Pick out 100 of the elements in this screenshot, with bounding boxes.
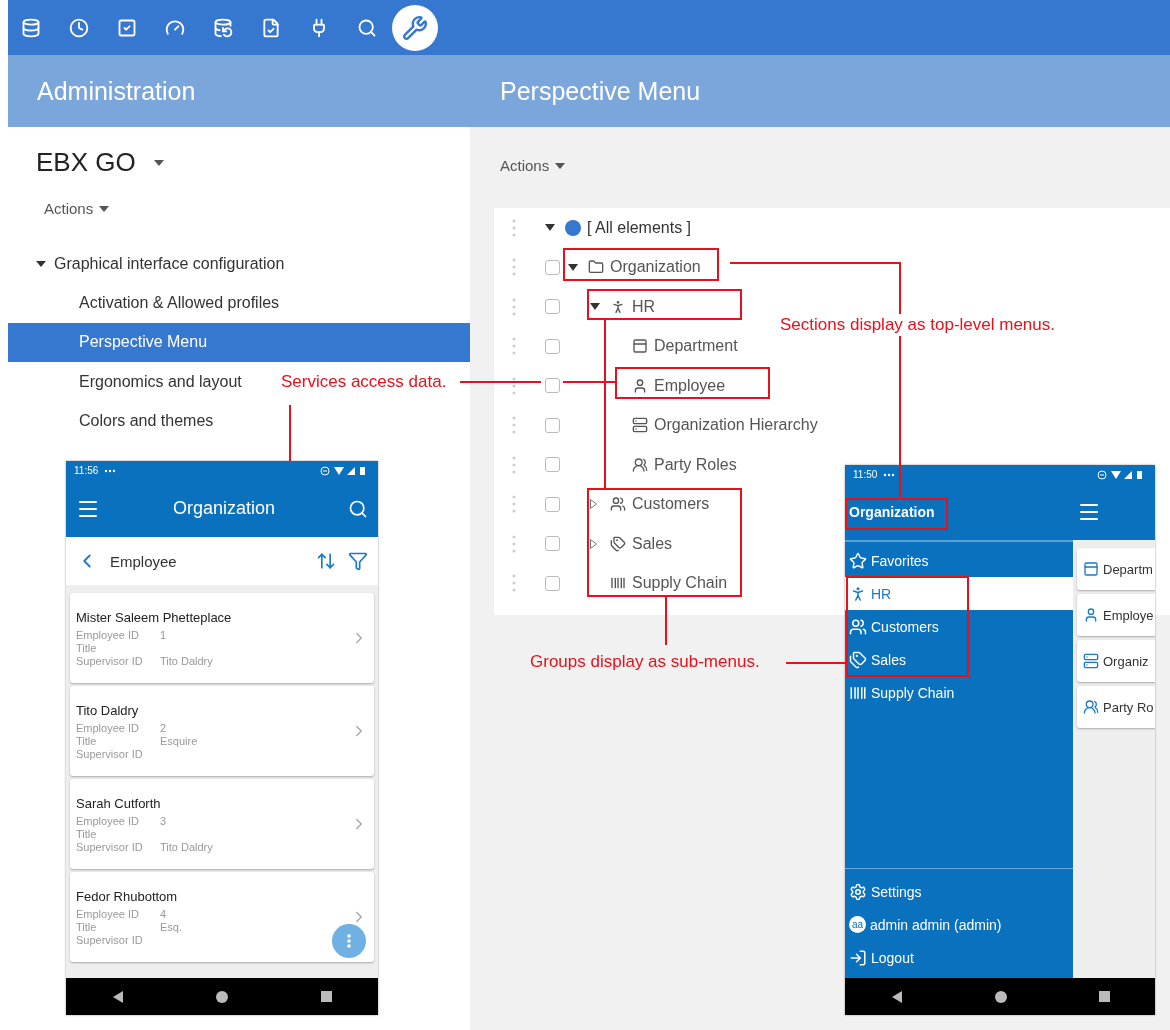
tree-item-label[interactable]: [ All elements ] [587,218,692,237]
home-icon[interactable] [215,989,230,1004]
search-icon [357,17,377,38]
tree-item-label[interactable]: Customers [632,495,710,514]
clock-icon [69,17,89,38]
field-label: Employee ID [76,814,140,827]
employee-name: Sarah Cutforth [76,795,162,811]
back-icon[interactable] [111,990,124,1003]
sort-icon[interactable] [316,551,336,571]
employee-name: Mister Saleem Phetteplace [76,609,233,625]
drawer-item[interactable]: Logout [845,941,1073,974]
leader-line [665,596,667,646]
user-icon [1083,607,1099,623]
field-value: 4 [160,907,168,920]
caret-right-icon[interactable] [590,538,597,549]
field-value: 2 [160,721,168,734]
drag-handle-icon[interactable] [512,297,516,316]
caret-down-icon[interactable] [590,303,600,311]
employee-card[interactable]: Mister Saleem Phetteplace Employee ID 1 Title Supervisor ID Tito Daldry [70,593,374,683]
panel-icon [632,338,648,355]
drawer-item[interactable]: Sales [845,643,1073,676]
checkbox[interactable] [545,259,560,275]
menu-tile[interactable]: Party Ro [1077,686,1155,728]
field-value: Tito Daldry [160,654,214,667]
drawer-item[interactable]: aa admin admin (admin) [845,908,1073,941]
drag-handle-icon[interactable] [512,416,516,435]
nav-group[interactable]: Graphical interface configuration [8,245,470,283]
tree-item-label[interactable]: Employee [654,376,726,395]
field-label: Title [76,827,98,840]
checkbox[interactable] [545,536,560,552]
nav-item[interactable]: Perspective Menu [8,322,470,362]
field-label: Title [76,641,98,654]
caret-right-icon[interactable] [590,499,597,510]
checkbox[interactable] [545,457,560,473]
wrench-icon [402,14,428,41]
tree-item-label[interactable]: Sales [632,534,673,553]
dataspace-dropdown[interactable]: EBX GO [36,147,164,178]
employee-card[interactable]: Tito Daldry Employee ID 2 Title Esquire Supervisor ID [70,686,374,776]
filter-icon[interactable] [348,551,368,571]
field-label: Title [76,920,98,933]
drawer-item[interactable]: Customers [845,610,1073,643]
menu-tile[interactable]: Departm [1077,548,1155,590]
folder-icon [588,259,604,276]
section-title: Administration [36,76,197,106]
tree-item-label[interactable]: Organization [610,258,701,277]
checkbox[interactable] [545,299,560,315]
recents-icon[interactable] [321,991,333,1002]
leader-line [289,404,291,462]
nav-item[interactable]: Activation & Allowed profiles [8,283,470,323]
caret-down-icon[interactable] [545,224,555,232]
recents-icon[interactable] [1098,991,1110,1002]
back-icon[interactable] [890,990,903,1003]
app-title: Organization [849,504,935,520]
field-label: Supervisor ID [76,840,144,853]
tree-item-label[interactable]: Supply Chain [632,574,728,593]
people-icon [1083,699,1099,715]
drag-handle-icon[interactable] [512,218,516,237]
checkbox[interactable] [545,417,560,433]
checkbox-icon [117,17,137,38]
tree-item-label[interactable]: Party Roles [654,455,737,474]
drawer-item[interactable]: Supply Chain [845,676,1073,709]
tree-item-label[interactable]: HR [632,297,656,316]
search-icon[interactable] [348,498,368,519]
drag-handle-icon[interactable] [512,455,516,474]
actions-menu[interactable]: Actions [44,200,110,217]
caret-down-icon [153,159,164,166]
database-icon [213,17,233,38]
menu-tile[interactable]: Employe [1077,594,1155,636]
check-document-icon [261,17,281,38]
home-icon[interactable] [993,989,1008,1004]
drag-handle-icon[interactable] [512,534,516,553]
drawer-item[interactable]: HR [845,577,1073,610]
drag-handle-icon[interactable] [512,495,516,514]
tags-icon [849,650,867,669]
checkbox[interactable] [545,378,560,394]
drag-handle-icon[interactable] [512,574,516,593]
caret-down-icon[interactable] [568,263,578,271]
gauge-icon [165,17,185,38]
employee-card[interactable]: Fedor Rhubottom Employee ID 4 Title Esq. Supervisor ID [70,872,374,962]
nav-item[interactable]: Colors and themes [8,401,470,441]
drawer-item[interactable]: Settings [845,875,1073,908]
checkbox[interactable] [545,575,560,591]
annotation-text: Sections display as top-level menus. [778,314,1057,336]
checkbox[interactable] [545,338,560,354]
drag-handle-icon[interactable] [512,337,516,356]
tree-item-label[interactable]: Department [654,337,738,356]
tool-button[interactable] [392,4,438,51]
drag-handle-icon[interactable] [512,258,516,277]
drawer-item[interactable]: Favorites [845,544,1073,577]
employee-card[interactable]: Sarah Cutforth Employee ID 3 Title Supervisor ID Tito Daldry [70,779,374,869]
app-title: Organization [172,498,276,519]
checkbox[interactable] [545,496,560,512]
field-label: Title [76,734,98,747]
caret-down-icon [36,261,46,267]
menu-tile[interactable]: Organiz [1077,640,1155,682]
employee-name: Tito Daldry [76,702,140,718]
actions-menu[interactable]: Actions [500,157,566,174]
field-label: Employee ID [76,628,140,641]
tree-item-label[interactable]: Organization Hierarchy [654,416,818,435]
drag-handle-icon[interactable] [512,376,516,395]
